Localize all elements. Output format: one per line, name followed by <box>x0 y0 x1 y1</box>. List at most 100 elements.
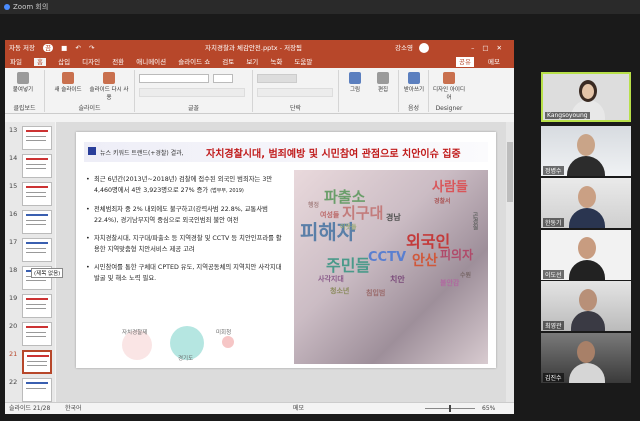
thumb-number: 18 <box>9 266 18 274</box>
cloud-word: 피의자 <box>440 248 474 262</box>
thumbnail-15[interactable]: 15 <box>9 182 53 210</box>
thumb-number: 14 <box>9 154 18 162</box>
bullet-text: 자치경찰시대, 지구대/파출소 등 지역경찰 및 CCTV 등 치안인프라를 활… <box>94 235 282 253</box>
thumbnail-16[interactable]: 16 <box>9 210 53 238</box>
list-buttons[interactable] <box>257 74 297 83</box>
cloud-word: 이웃들 <box>340 224 357 231</box>
bullet-item: 전체범죄자 중 2% 내외에도 불구하고(강력사범 22.8%, 교통사범 22… <box>86 204 286 226</box>
language-indicator[interactable]: 한국어 <box>65 403 82 414</box>
participant-tile[interactable]: 한동기 <box>541 178 631 228</box>
window-controls[interactable]: –□✕ <box>471 40 510 56</box>
thumb-image <box>22 322 52 346</box>
reuse-slide-button[interactable]: 슬라이드 다시 사용 <box>89 72 129 101</box>
cloud-word: 사람들 <box>432 180 468 195</box>
font-size-select[interactable] <box>213 74 233 83</box>
source-note: (법무부, 2019) <box>210 188 244 194</box>
cloud-word: 치안 <box>390 275 405 284</box>
participant-name: 이도선 <box>543 270 564 279</box>
edit-button[interactable]: 편집 <box>371 72 395 93</box>
participant-tile[interactable]: 최영관 <box>541 281 631 331</box>
paste-button[interactable]: 붙여넣기 <box>9 72 37 93</box>
redo-icon[interactable]: ↷ <box>89 44 94 52</box>
designer-label: 디자인 아이디어 <box>432 87 466 101</box>
thumb-line <box>26 220 46 221</box>
save-icon[interactable]: ■ <box>61 44 67 52</box>
document-title: 자치경찰과 체감안전.pptx - 저장됨 <box>205 44 303 52</box>
avatar[interactable] <box>419 43 429 53</box>
thumb-line <box>26 248 46 249</box>
notes-button[interactable]: 메모 <box>293 403 304 414</box>
participant-tile[interactable]: 김진수 <box>541 333 631 383</box>
tab-slideshow[interactable]: 슬라이드 쇼 <box>178 58 210 66</box>
cloud-word: 경찰서 <box>434 198 451 205</box>
slide-headline: 자치경찰시대, 범죄예방 및 시민참여 관점으로 치안이슈 집중 <box>206 149 461 160</box>
ribbon-tabs: 파일 홈 삽입 디자인 전환 애니메이션 슬라이드 쇼 검토 보기 녹화 도움말… <box>5 56 514 68</box>
thumbnail-21[interactable]: 21 <box>9 350 53 378</box>
tab-home[interactable]: 홈 <box>34 58 47 66</box>
edit-label: 편집 <box>377 87 389 93</box>
tab-review[interactable]: 검토 <box>222 58 234 66</box>
person-head <box>577 134 595 156</box>
participant-tile[interactable]: 이도선 <box>541 230 631 280</box>
font-name-select[interactable] <box>139 74 209 83</box>
person-head <box>578 237 596 259</box>
thumbnail-13[interactable]: 13 <box>9 126 53 154</box>
thumbnail-20[interactable]: 20 <box>9 322 53 350</box>
paragraph-group: 단락 <box>253 70 339 112</box>
tab-animations[interactable]: 애니메이션 <box>136 58 166 66</box>
venn-label: 자치경찰제 <box>122 330 148 336</box>
autosave-toggle[interactable]: 끔 <box>43 44 54 52</box>
slides-group: 새 슬라이드 슬라이드 다시 사용 슬라이드 <box>45 70 135 112</box>
participant-name: 최영관 <box>543 321 564 330</box>
new-slide-icon <box>62 72 74 84</box>
thumbnail-19[interactable]: 19 <box>9 294 53 322</box>
tab-design[interactable]: 디자인 <box>82 58 100 66</box>
slide-canvas[interactable]: 뉴스 키워드 트랜드(+경찰) 결과, 자치경찰시대, 범죄예방 및 시민참여 … <box>56 122 514 402</box>
participant-name: 한동기 <box>543 218 564 227</box>
autosave-label[interactable]: 자동 저장 <box>9 44 35 52</box>
status-bar: 슬라이드 21/28 한국어 메모 65% <box>5 402 514 414</box>
venn-circle <box>222 336 234 348</box>
cloud-word: 경남 <box>386 213 401 222</box>
thumbnail-14[interactable]: 14 <box>9 154 53 182</box>
comments-button[interactable]: 메모 <box>488 56 500 68</box>
tab-view[interactable]: 보기 <box>246 58 258 66</box>
thumb-bar <box>26 242 48 244</box>
thumbnail-17[interactable]: 17 <box>9 238 53 266</box>
bullet-item: 시민참여를 통한 구체대 CPTED 유도, 지역공동체의 지역치안 사각지대 … <box>86 262 286 284</box>
thumb-image <box>22 210 52 234</box>
share-button[interactable]: 공유 <box>456 57 474 67</box>
picture-button[interactable]: 그림 <box>343 72 367 93</box>
person-face <box>582 84 594 99</box>
current-slide[interactable]: 뉴스 키워드 트랜드(+경찰) 결과, 자치경찰시대, 범죄예방 및 시민참여 … <box>76 132 496 368</box>
new-slide-button[interactable]: 새 슬라이드 <box>51 72 85 93</box>
group-label-paragraph: 단락 <box>289 105 302 112</box>
participant-name: Kangsoyoung <box>545 112 590 119</box>
thumb-image <box>22 350 52 374</box>
bullet-text: 최근 6년간(2013년~2018년) 검찰에 접수된 외국인 범죄자는 3만 … <box>94 176 273 194</box>
alignment-buttons[interactable] <box>257 88 333 97</box>
slide-thumbnails-pane[interactable]: 13 14 15 16 17 18 19 20 21 22 <box>5 122 55 402</box>
thumb-bar <box>26 158 48 160</box>
designer-button[interactable]: 디자인 아이디어 <box>431 72 467 101</box>
zoom-level[interactable]: 65% <box>482 403 495 414</box>
undo-icon[interactable]: ↶ <box>75 44 80 52</box>
tab-record[interactable]: 녹화 <box>270 58 282 66</box>
tab-insert[interactable]: 삽입 <box>58 58 70 66</box>
picture-icon <box>349 72 361 84</box>
scrollbar-thumb[interactable] <box>507 142 513 202</box>
designer-group: 디자인 아이디어 Designer <box>429 70 469 112</box>
dictate-button[interactable]: 받아쓰기 <box>401 72 427 93</box>
thumb-line <box>26 136 46 137</box>
participant-tile-speaker[interactable]: Kangsoyoung <box>541 72 631 122</box>
tab-transitions[interactable]: 전환 <box>112 58 124 66</box>
font-format-buttons[interactable] <box>139 88 245 97</box>
thumbnail-22[interactable]: 22 <box>9 378 53 402</box>
participant-tile[interactable]: 정병수 <box>541 126 631 176</box>
tab-help[interactable]: 도움말 <box>294 58 312 66</box>
slide-scrollbar[interactable] <box>506 122 514 402</box>
zoom-slider-knob[interactable] <box>449 405 451 412</box>
tab-file[interactable]: 파일 <box>10 58 22 66</box>
thumb-bar <box>26 130 48 132</box>
user-name[interactable]: 강소영 <box>395 40 413 56</box>
